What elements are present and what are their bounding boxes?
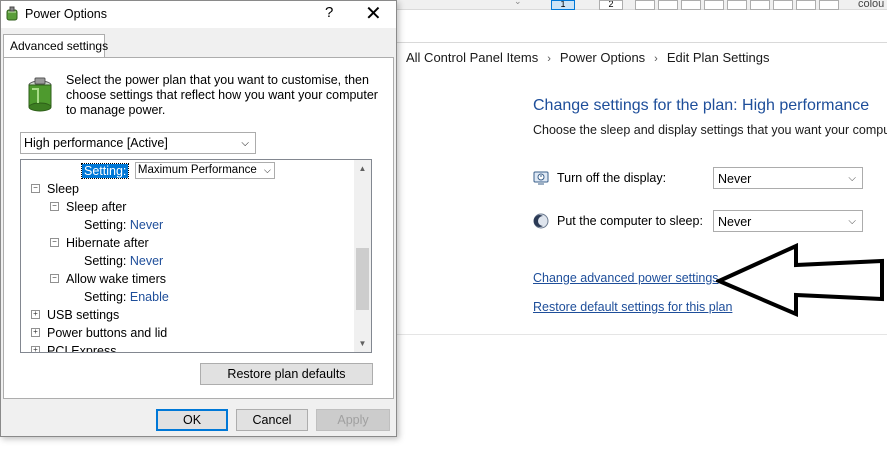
breadcrumb-separator-icon[interactable]: › — [547, 53, 551, 65]
tree-item-power-buttons[interactable]: + Power buttons and lid — [31, 324, 167, 342]
page-button-2[interactable]: 2 — [599, 0, 623, 10]
collapse-icon[interactable]: − — [31, 184, 40, 194]
tree-scrollbar[interactable]: ▲ ▼ — [354, 160, 371, 352]
collapse-icon[interactable]: − — [50, 274, 59, 284]
tree-item-sleep-after[interactable]: − Sleep after — [50, 198, 126, 216]
page-button-blank[interactable] — [773, 0, 793, 10]
tab-advanced-settings[interactable]: Advanced settings — [3, 34, 108, 58]
page-button-blank[interactable] — [658, 0, 678, 10]
scroll-down-icon[interactable]: ▼ — [354, 335, 371, 352]
scrollbar-thumb[interactable] — [356, 248, 369, 310]
breadcrumb-item[interactable]: Edit Plan Settings — [667, 50, 770, 65]
expand-icon[interactable]: + — [31, 346, 40, 352]
tree-item-label: PCI Express — [47, 344, 117, 353]
collapse-icon[interactable]: − — [50, 238, 59, 248]
expand-icon[interactable]: + — [31, 310, 40, 320]
page-button-blank[interactable] — [635, 0, 655, 10]
advanced-settings-link[interactable]: Change advanced power settings — [533, 271, 719, 285]
tree-item-label: Allow wake timers — [66, 272, 167, 286]
sleep-timeout-value: Never — [718, 215, 752, 229]
breadcrumb: All Control Panel Items › Power Options › Ed… — [406, 50, 769, 65]
page-button-blank[interactable] — [796, 0, 816, 10]
power-options-icon — [6, 6, 18, 21]
top-setting-value: Maximum Performance — [137, 164, 257, 176]
collapse-icon[interactable]: − — [50, 202, 59, 212]
restore-plan-defaults-button[interactable]: Restore plan defaults — [200, 363, 373, 385]
display-monitor-icon — [533, 171, 549, 185]
breadcrumb-separator-icon[interactable]: › — [654, 53, 658, 65]
plan-description: Select the power plan that you want to c… — [66, 73, 378, 117]
breadcrumb-item[interactable]: All Control Panel Items — [406, 50, 538, 65]
tree-setting-label: Setting: — [84, 290, 127, 304]
ok-button[interactable]: OK — [156, 409, 228, 431]
chevron-down-icon: ⌵ — [241, 138, 249, 149]
page-button-blank[interactable] — [704, 0, 724, 10]
tree-setting-sleep-after[interactable]: Setting: Never — [84, 216, 163, 234]
page-subtitle: Choose the sleep and display settings th… — [533, 123, 887, 137]
power-plan-select[interactable]: High performance [Active] ⌵ — [20, 132, 256, 154]
settings-tree[interactable]: Setting: Maximum Performance ⌵ − Sleep − S… — [20, 159, 372, 353]
tree-item-usb[interactable]: + USB settings — [31, 306, 119, 324]
tree-item-label: Power buttons and lid — [47, 326, 168, 340]
dialog-titlebar[interactable]: Power Options ? ✕ — [1, 1, 396, 28]
cancel-button[interactable]: Cancel — [236, 409, 308, 431]
tree-setting-wake[interactable]: Setting: Enable — [84, 288, 169, 306]
expand-icon[interactable]: + — [31, 328, 40, 338]
help-icon[interactable]: ? — [325, 4, 333, 21]
chevron-down-icon[interactable]: ⌄ — [514, 0, 522, 7]
battery-plan-icon — [28, 77, 52, 112]
tree-setting-label: Setting: — [84, 254, 127, 268]
tree-setting-label: Setting: — [84, 218, 127, 232]
page-button-blank[interactable] — [727, 0, 747, 10]
display-timeout-value: Never — [718, 172, 752, 186]
tree-item-label: Hibernate after — [66, 236, 149, 250]
tree-item-label: USB settings — [47, 308, 120, 322]
restore-defaults-link[interactable]: Restore default settings for this plan — [533, 300, 732, 314]
tree-setting-value[interactable]: Never — [130, 218, 163, 232]
tree-item-label: Sleep — [47, 182, 79, 196]
sleep-label: Put the computer to sleep: — [557, 214, 703, 228]
apply-button[interactable]: Apply — [316, 409, 390, 431]
sleep-moon-icon — [533, 213, 549, 229]
sleep-timeout-select[interactable]: Never ⌵ — [713, 210, 863, 232]
page-button-blank[interactable] — [750, 0, 770, 10]
tree-item-label: Sleep after — [66, 200, 127, 214]
pointer-arrow-icon — [716, 243, 884, 317]
tree-setting-hibernate[interactable]: Setting: Never — [84, 252, 163, 270]
address-bar-divider — [396, 42, 887, 43]
tree-setting-value[interactable]: Never — [130, 254, 163, 268]
tree-setting-label: Setting: — [80, 163, 130, 179]
chevron-down-icon: ⌵ — [264, 165, 271, 175]
top-setting-select[interactable]: Maximum Performance ⌵ — [134, 162, 275, 179]
tree-item-sleep[interactable]: − Sleep — [31, 180, 79, 198]
page-button-blank[interactable] — [681, 0, 701, 10]
content-divider — [396, 334, 887, 335]
page-title: Change settings for the plan: High perfo… — [533, 97, 870, 114]
page-button-blank[interactable] — [819, 0, 839, 10]
scroll-up-icon[interactable]: ▲ — [354, 160, 371, 177]
top-right-text: colou — [858, 0, 885, 10]
close-icon[interactable]: ✕ — [365, 1, 382, 26]
tree-item-wake-timers[interactable]: − Allow wake timers — [50, 270, 166, 288]
tree-setting-value[interactable]: Enable — [130, 290, 169, 304]
dialog-title: Power Options — [25, 7, 107, 21]
power-plan-value: High performance [Active] — [24, 136, 168, 150]
display-timeout-select[interactable]: Never ⌵ — [713, 167, 863, 189]
chevron-down-icon: ⌵ — [848, 216, 856, 227]
chevron-down-icon: ⌵ — [848, 173, 856, 184]
tree-item-pci[interactable]: + PCI Express — [31, 342, 117, 353]
display-label: Turn off the display: — [557, 171, 667, 185]
breadcrumb-item[interactable]: Power Options — [560, 50, 645, 65]
tree-item-hibernate-after[interactable]: − Hibernate after — [50, 234, 149, 252]
power-options-dialog: Power Options ? ✕ Advanced settings Sele… — [0, 0, 397, 437]
page-button-1[interactable]: 1 — [551, 0, 575, 10]
tree-row-top-setting[interactable]: Setting: Maximum Performance ⌵ — [80, 162, 275, 180]
